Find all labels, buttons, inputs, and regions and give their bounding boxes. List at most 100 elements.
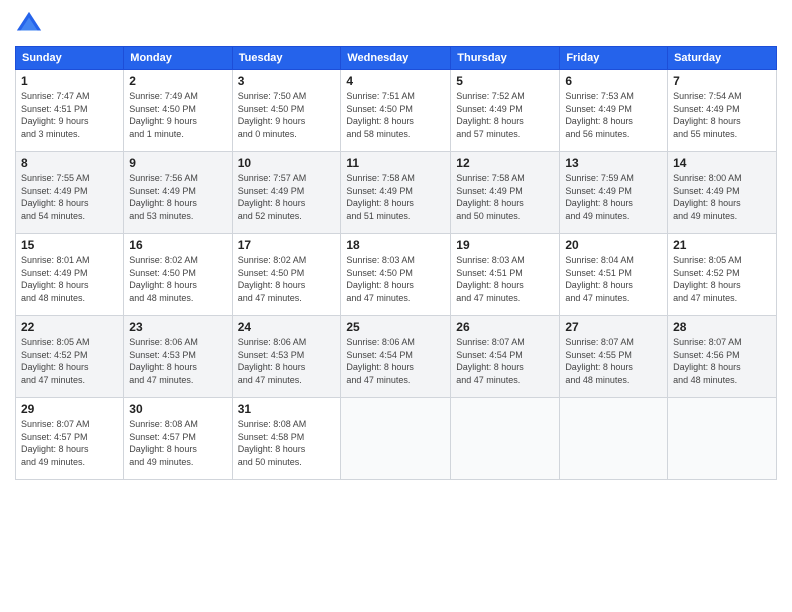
header — [15, 10, 777, 38]
day-info: Sunrise: 7:57 AM Sunset: 4:49 PM Dayligh… — [238, 172, 336, 222]
day-cell: 24Sunrise: 8:06 AM Sunset: 4:53 PM Dayli… — [232, 316, 341, 398]
day-number: 4 — [346, 74, 445, 88]
day-cell: 27 Sunrise: 8:07 AM Sunset: 4:55 PM Dayli… — [560, 316, 668, 398]
day-info: Sunrise: 7:55 AM Sunset: 4:49 PM Dayligh… — [21, 172, 118, 222]
day-number: 2 — [129, 74, 226, 88]
calendar-header-row: SundayMondayTuesdayWednesdayThursdayFrid… — [16, 47, 777, 70]
week-row-4: 22 Sunrise: 8:05 AM Sunset: 4:52 PM Dayli… — [16, 316, 777, 398]
day-number: 12 — [456, 156, 554, 170]
day-info: Sunrise: 8:03 AM Sunset: 4:50 PM Dayligh… — [346, 254, 445, 304]
day-info: Sunrise: 7:51 AM Sunset: 4:50 PM Dayligh… — [346, 90, 445, 140]
day-cell: 9Sunrise: 7:56 AM Sunset: 4:49 PM Daylig… — [124, 152, 232, 234]
day-number: 16 — [129, 238, 226, 252]
day-info: Sunrise: 7:50 AM Sunset: 4:50 PM Dayligh… — [238, 90, 336, 140]
day-cell: 2Sunrise: 7:49 AM Sunset: 4:50 PM Daylig… — [124, 70, 232, 152]
day-cell: 16 Sunrise: 8:02 AM Sunset: 4:50 PM Dayli… — [124, 234, 232, 316]
day-number: 25 — [346, 320, 445, 334]
day-number: 29 — [21, 402, 118, 416]
day-number: 10 — [238, 156, 336, 170]
day-cell — [341, 398, 451, 480]
day-cell: 10 Sunrise: 7:57 AM Sunset: 4:49 PM Dayli… — [232, 152, 341, 234]
day-cell: 13 Sunrise: 7:59 AM Sunset: 4:49 PM Dayli… — [560, 152, 668, 234]
day-info: Sunrise: 7:58 AM Sunset: 4:49 PM Dayligh… — [456, 172, 554, 222]
day-cell: 15 Sunrise: 8:01 AM Sunset: 4:49 PM Dayli… — [16, 234, 124, 316]
day-info: Sunrise: 7:47 AM Sunset: 4:51 PM Dayligh… — [21, 90, 118, 140]
day-cell: 11 Sunrise: 7:58 AM Sunset: 4:49 PM Dayli… — [341, 152, 451, 234]
day-cell: 18 Sunrise: 8:03 AM Sunset: 4:50 PM Dayli… — [341, 234, 451, 316]
day-info: Sunrise: 7:53 AM Sunset: 4:49 PM Dayligh… — [565, 90, 662, 140]
day-info: Sunrise: 8:08 AM Sunset: 4:58 PM Dayligh… — [238, 418, 336, 468]
day-info: Sunrise: 8:06 AM Sunset: 4:53 PM Dayligh… — [238, 336, 336, 386]
day-cell: 12 Sunrise: 7:58 AM Sunset: 4:49 PM Dayli… — [451, 152, 560, 234]
day-number: 5 — [456, 74, 554, 88]
day-number: 20 — [565, 238, 662, 252]
day-number: 19 — [456, 238, 554, 252]
day-number: 26 — [456, 320, 554, 334]
day-cell: 8 Sunrise: 7:55 AM Sunset: 4:49 PM Daylig… — [16, 152, 124, 234]
day-info: Sunrise: 7:54 AM Sunset: 4:49 PM Dayligh… — [673, 90, 771, 140]
day-info: Sunrise: 8:03 AM Sunset: 4:51 PM Dayligh… — [456, 254, 554, 304]
day-cell: 17 Sunrise: 8:02 AM Sunset: 4:50 PM Dayli… — [232, 234, 341, 316]
day-cell — [560, 398, 668, 480]
day-info: Sunrise: 8:00 AM Sunset: 4:49 PM Dayligh… — [673, 172, 771, 222]
day-info: Sunrise: 8:05 AM Sunset: 4:52 PM Dayligh… — [673, 254, 771, 304]
day-number: 13 — [565, 156, 662, 170]
day-cell: 3 Sunrise: 7:50 AM Sunset: 4:50 PM Daylig… — [232, 70, 341, 152]
day-cell: 22 Sunrise: 8:05 AM Sunset: 4:52 PM Dayli… — [16, 316, 124, 398]
day-info: Sunrise: 7:52 AM Sunset: 4:49 PM Dayligh… — [456, 90, 554, 140]
day-info: Sunrise: 8:07 AM Sunset: 4:56 PM Dayligh… — [673, 336, 771, 386]
day-number: 23 — [129, 320, 226, 334]
col-header-wednesday: Wednesday — [341, 47, 451, 70]
day-cell: 25Sunrise: 8:06 AM Sunset: 4:54 PM Dayli… — [341, 316, 451, 398]
day-number: 30 — [129, 402, 226, 416]
day-number: 3 — [238, 74, 336, 88]
page: SundayMondayTuesdayWednesdayThursdayFrid… — [0, 0, 792, 612]
day-info: Sunrise: 8:07 AM Sunset: 4:57 PM Dayligh… — [21, 418, 118, 468]
day-number: 6 — [565, 74, 662, 88]
week-row-2: 8 Sunrise: 7:55 AM Sunset: 4:49 PM Daylig… — [16, 152, 777, 234]
day-info: Sunrise: 8:02 AM Sunset: 4:50 PM Dayligh… — [238, 254, 336, 304]
day-cell: 31 Sunrise: 8:08 AM Sunset: 4:58 PM Dayli… — [232, 398, 341, 480]
day-cell — [451, 398, 560, 480]
day-info: Sunrise: 7:56 AM Sunset: 4:49 PM Dayligh… — [129, 172, 226, 222]
day-info: Sunrise: 8:06 AM Sunset: 4:53 PM Dayligh… — [129, 336, 226, 386]
day-cell: 28 Sunrise: 8:07 AM Sunset: 4:56 PM Dayli… — [668, 316, 777, 398]
day-cell: 20 Sunrise: 8:04 AM Sunset: 4:51 PM Dayli… — [560, 234, 668, 316]
day-number: 7 — [673, 74, 771, 88]
day-number: 1 — [21, 74, 118, 88]
col-header-friday: Friday — [560, 47, 668, 70]
day-number: 17 — [238, 238, 336, 252]
day-info: Sunrise: 7:59 AM Sunset: 4:49 PM Dayligh… — [565, 172, 662, 222]
day-number: 21 — [673, 238, 771, 252]
day-info: Sunrise: 8:07 AM Sunset: 4:55 PM Dayligh… — [565, 336, 662, 386]
day-cell: 1 Sunrise: 7:47 AM Sunset: 4:51 PM Daylig… — [16, 70, 124, 152]
day-cell: 29 Sunrise: 8:07 AM Sunset: 4:57 PM Dayli… — [16, 398, 124, 480]
day-number: 8 — [21, 156, 118, 170]
day-number: 27 — [565, 320, 662, 334]
day-info: Sunrise: 8:05 AM Sunset: 4:52 PM Dayligh… — [21, 336, 118, 386]
day-cell: 6 Sunrise: 7:53 AM Sunset: 4:49 PM Daylig… — [560, 70, 668, 152]
day-number: 11 — [346, 156, 445, 170]
week-row-5: 29 Sunrise: 8:07 AM Sunset: 4:57 PM Dayli… — [16, 398, 777, 480]
day-number: 15 — [21, 238, 118, 252]
day-info: Sunrise: 8:07 AM Sunset: 4:54 PM Dayligh… — [456, 336, 554, 386]
col-header-sunday: Sunday — [16, 47, 124, 70]
col-header-saturday: Saturday — [668, 47, 777, 70]
day-info: Sunrise: 8:01 AM Sunset: 4:49 PM Dayligh… — [21, 254, 118, 304]
day-cell: 23 Sunrise: 8:06 AM Sunset: 4:53 PM Dayli… — [124, 316, 232, 398]
day-number: 14 — [673, 156, 771, 170]
day-cell: 5 Sunrise: 7:52 AM Sunset: 4:49 PM Daylig… — [451, 70, 560, 152]
day-number: 18 — [346, 238, 445, 252]
day-info: Sunrise: 8:02 AM Sunset: 4:50 PM Dayligh… — [129, 254, 226, 304]
day-cell: 30Sunrise: 8:08 AM Sunset: 4:57 PM Dayli… — [124, 398, 232, 480]
week-row-3: 15 Sunrise: 8:01 AM Sunset: 4:49 PM Dayli… — [16, 234, 777, 316]
col-header-tuesday: Tuesday — [232, 47, 341, 70]
day-cell: 14 Sunrise: 8:00 AM Sunset: 4:49 PM Dayli… — [668, 152, 777, 234]
col-header-thursday: Thursday — [451, 47, 560, 70]
day-number: 22 — [21, 320, 118, 334]
day-info: Sunrise: 7:58 AM Sunset: 4:49 PM Dayligh… — [346, 172, 445, 222]
day-number: 31 — [238, 402, 336, 416]
day-info: Sunrise: 8:04 AM Sunset: 4:51 PM Dayligh… — [565, 254, 662, 304]
day-cell: 21 Sunrise: 8:05 AM Sunset: 4:52 PM Dayli… — [668, 234, 777, 316]
day-number: 28 — [673, 320, 771, 334]
